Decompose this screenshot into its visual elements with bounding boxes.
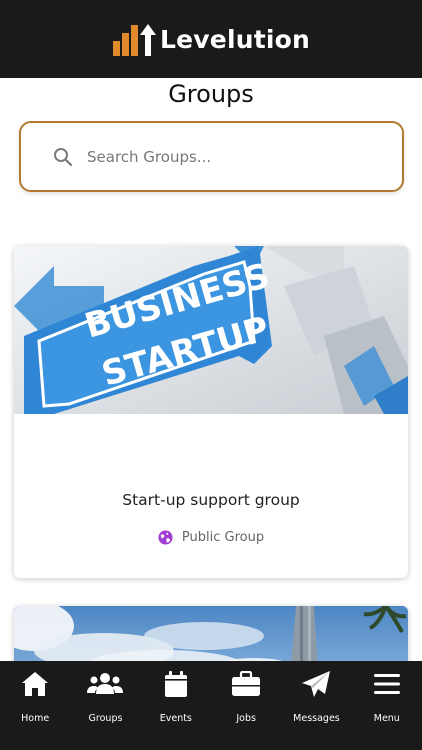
tab-label: Events: [159, 713, 192, 724]
bottom-tab-bar: Home Groups Events Jobs Messages Menu: [0, 661, 422, 750]
search-icon: [54, 148, 73, 167]
tab-label: Menu: [373, 713, 400, 724]
tab-menu[interactable]: Menu: [352, 661, 422, 750]
bar-chart-arrow-icon: [113, 24, 156, 56]
group-card[interactable]: BUSINESS STARTUP Start-up support group …: [14, 246, 408, 578]
tab-messages[interactable]: Messages: [281, 661, 351, 750]
tab-label: Messages: [293, 713, 340, 724]
tab-events[interactable]: Events: [141, 661, 211, 750]
group-name[interactable]: Start-up support group: [14, 491, 408, 509]
tab-label: Home: [21, 713, 50, 724]
search-box[interactable]: [19, 121, 404, 192]
group-cover-image[interactable]: BUSINESS STARTUP: [14, 246, 408, 414]
tab-label: Jobs: [236, 713, 256, 724]
tab-jobs[interactable]: Jobs: [211, 661, 281, 750]
app-logo[interactable]: Levelution: [112, 19, 310, 59]
tab-home[interactable]: Home: [0, 661, 70, 750]
paper-plane-icon: [302, 671, 331, 697]
group-type-label: Public Group: [181, 530, 265, 545]
tab-label: Groups: [88, 713, 123, 724]
calendar-icon: [164, 671, 187, 697]
page-title: Groups: [168, 80, 254, 108]
search-input[interactable]: [87, 141, 377, 173]
business-startup-image: BUSINESS STARTUP: [14, 246, 408, 414]
group-type-row: Public Group: [14, 530, 408, 545]
users-icon: [87, 673, 124, 694]
briefcase-icon: [232, 671, 261, 696]
globe-icon: [158, 530, 173, 545]
home-icon: [22, 672, 49, 696]
app-header: Levelution: [0, 0, 422, 78]
menu-icon: [373, 674, 400, 694]
tab-groups[interactable]: Groups: [70, 661, 140, 750]
app-logo-text: Levelution: [160, 24, 310, 54]
